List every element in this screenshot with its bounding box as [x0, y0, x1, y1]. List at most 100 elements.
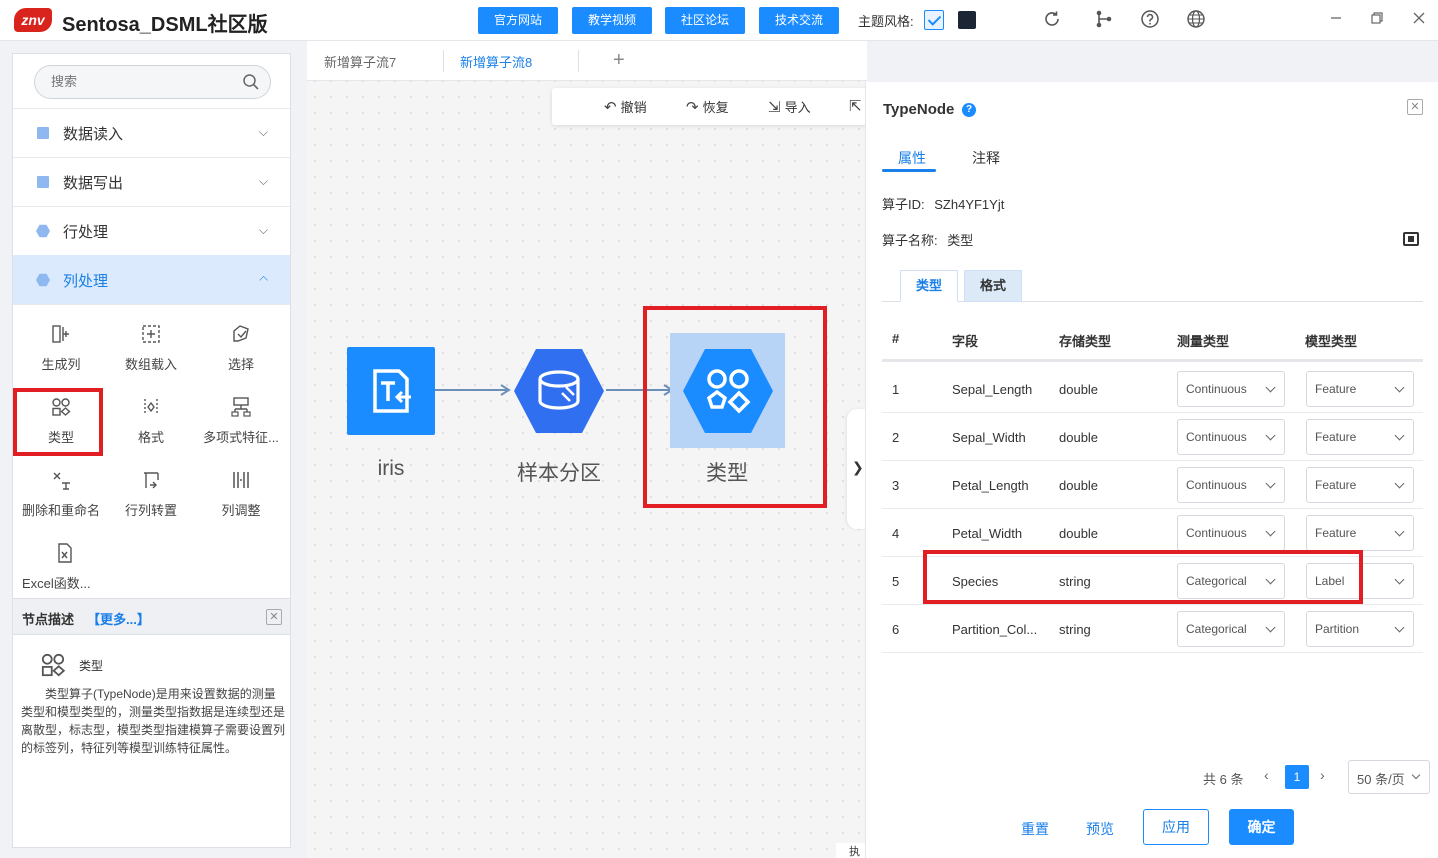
field-name: Petal_Width [952, 526, 1023, 541]
reset-button[interactable]: 重置 [1021, 819, 1049, 839]
tab-comments[interactable]: 注释 [972, 148, 1000, 168]
model-type-select[interactable]: Feature [1306, 515, 1414, 551]
tool-array-load[interactable]: 数组载入 [108, 323, 194, 373]
model-type-select[interactable]: Partition [1306, 611, 1414, 647]
file-input-icon [373, 369, 411, 413]
tool-generate-column[interactable]: 生成列 [18, 323, 104, 373]
close-window-icon[interactable] [1408, 9, 1430, 31]
active-tab-indicator [882, 169, 936, 172]
tool-label: 多项式特征... [203, 430, 279, 445]
tool-column-adjust[interactable]: 列调整 [198, 469, 284, 519]
page-size-select[interactable]: 50 条/页 [1348, 760, 1430, 794]
tool-label: 列调整 [221, 503, 261, 518]
column-adjust-icon [233, 472, 249, 488]
globe-icon[interactable] [1185, 9, 1207, 31]
tab-properties[interactable]: 属性 [898, 148, 926, 168]
tool-polynomial-feature[interactable]: 多项式特征... [198, 396, 284, 446]
subtab-type[interactable]: 类型 [900, 270, 958, 302]
search-input[interactable] [51, 74, 221, 89]
redo-button[interactable]: ↷ 恢复 [686, 97, 729, 116]
minimize-icon[interactable] [1325, 9, 1347, 31]
pagination-total: 共 6 条 [1203, 772, 1244, 787]
chevron-down-icon [1394, 382, 1405, 393]
edge-arrow [435, 384, 511, 396]
branch-icon[interactable] [1093, 9, 1115, 31]
execute-button[interactable]: 执 [836, 843, 866, 858]
square-icon [37, 176, 49, 188]
app-logo: znv [14, 8, 52, 32]
community-forum-button[interactable]: 社区论坛 [665, 7, 745, 34]
measure-type-select[interactable]: Continuous [1177, 467, 1285, 503]
column-header: 字段 [952, 334, 979, 349]
theme-light-checkbox[interactable] [924, 10, 944, 30]
app-title: Sentosa_DSML社区版 [62, 14, 268, 36]
properties-panel: TypeNode ? ✕ 属性 注释 算子ID: SZh4YF1Yjt 算子名称… [865, 82, 1438, 858]
tutorial-video-button[interactable]: 教学视频 [572, 7, 652, 34]
node-iris[interactable] [347, 347, 435, 435]
hexagon-icon [36, 224, 50, 238]
storage-type: double [1059, 430, 1099, 445]
node-sample-partition[interactable] [512, 347, 606, 435]
close-icon[interactable]: ✕ [1407, 99, 1423, 115]
tool-select[interactable]: 选择 [198, 323, 284, 373]
measure-type-select[interactable]: Continuous [1177, 515, 1285, 551]
subtab-format[interactable]: 格式 [964, 270, 1022, 302]
row-index: 6 [892, 622, 900, 637]
page-number[interactable]: 1 [1285, 765, 1309, 789]
next-page-icon[interactable]: › [1320, 767, 1325, 783]
confirm-button[interactable]: 确定 [1229, 809, 1294, 845]
chevron-right-icon: ❯ [852, 459, 864, 475]
official-site-button[interactable]: 官方网站 [478, 7, 558, 34]
chevron-down-icon [1265, 478, 1276, 489]
tool-transpose[interactable]: 行列转置 [108, 469, 194, 519]
tab-flow-7[interactable]: 新增算子流7 [324, 52, 396, 71]
chevron-down-icon: ⌵ [258, 125, 268, 139]
preview-button[interactable]: 预览 [1086, 819, 1114, 839]
model-type-select[interactable]: Feature [1306, 371, 1414, 407]
chevron-down-icon [1265, 622, 1276, 633]
help-circle-icon[interactable] [1139, 9, 1161, 31]
import-button[interactable]: ⇲ 导入 [768, 97, 811, 116]
model-type-select[interactable]: Feature [1306, 419, 1414, 455]
chevron-down-icon [1265, 526, 1276, 537]
undo-button[interactable]: ↶ 撤销 [604, 97, 647, 116]
chevron-down-icon: ⌵ [258, 174, 268, 188]
apply-button[interactable]: 应用 [1143, 809, 1209, 845]
prev-page-icon[interactable]: ‹ [1264, 767, 1269, 783]
chevron-down-icon [1394, 574, 1405, 585]
tool-label: 行列转置 [124, 503, 177, 518]
column-header: 模型类型 [1305, 334, 1358, 349]
tool-delete-rename[interactable]: 删除和重命名 [18, 469, 104, 519]
category-label: 列处理 [63, 273, 109, 290]
category-row-processing[interactable]: 行处理 ⌵ [13, 206, 290, 255]
tool-excel-function[interactable]: Excel函数... [18, 542, 98, 592]
add-tab-icon[interactable]: + [613, 49, 625, 72]
restore-icon[interactable] [1366, 9, 1388, 31]
category-column-processing[interactable]: 列处理 ⌵ [13, 255, 290, 304]
close-icon[interactable]: ✕ [266, 609, 282, 625]
search-icon[interactable] [242, 73, 260, 91]
copy-icon[interactable] [1403, 232, 1419, 246]
tool-label: 格式 [137, 430, 164, 445]
model-type-select[interactable]: Feature [1306, 467, 1414, 503]
column-header: 测量类型 [1177, 334, 1230, 349]
category-data-output[interactable]: 数据写出 ⌵ [13, 157, 290, 206]
help-icon[interactable]: ? [962, 103, 976, 117]
theme-label: 主题风格: [858, 14, 914, 29]
excel-icon [58, 543, 72, 563]
measure-type-select[interactable]: Continuous [1177, 419, 1285, 455]
export-icon[interactable]: ⇱ [849, 97, 866, 115]
panel-collapse-handle[interactable]: ❯ [847, 409, 867, 529]
measure-type-select[interactable]: Continuous [1177, 371, 1285, 407]
measure-type-select[interactable]: Categorical [1177, 611, 1285, 647]
column-header: # [892, 331, 900, 346]
more-link[interactable]: 【更多...】 [87, 609, 150, 628]
refresh-icon[interactable] [1041, 9, 1063, 31]
polynomial-icon [231, 397, 251, 417]
theme-dark-swatch[interactable] [958, 11, 976, 29]
tab-flow-8[interactable]: 新增算子流8 [460, 52, 532, 71]
tech-exchange-button[interactable]: 技术交流 [759, 7, 839, 34]
category-data-input[interactable]: 数据读入 ⌵ [13, 108, 290, 157]
array-load-icon [142, 325, 160, 343]
tool-format[interactable]: 格式 [108, 396, 194, 446]
